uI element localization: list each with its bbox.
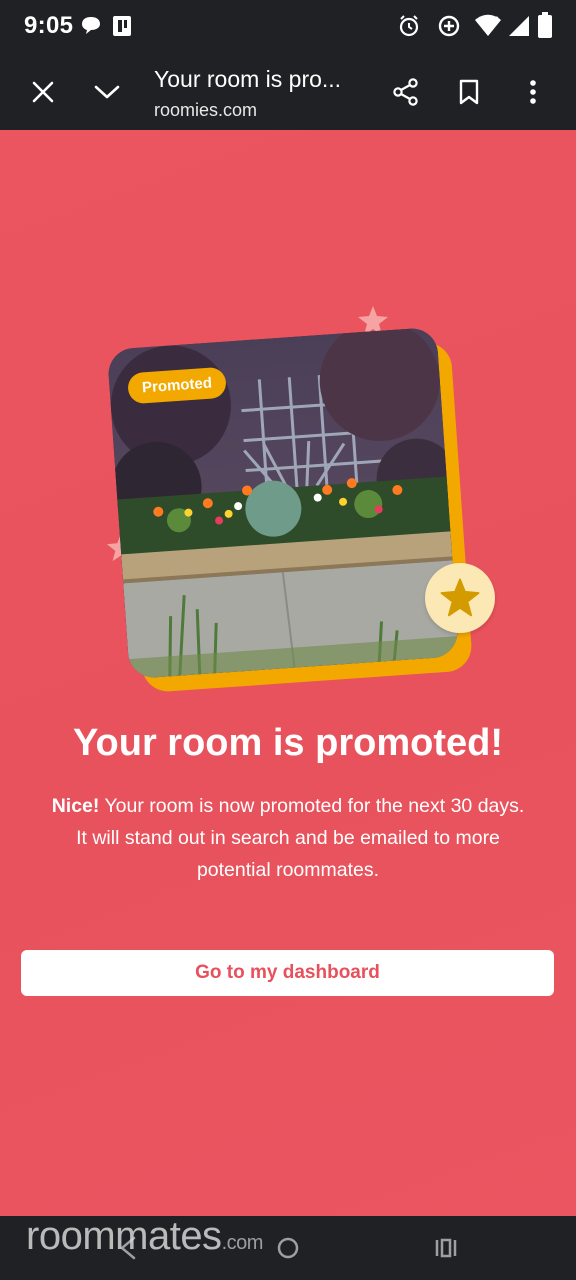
home-icon[interactable] [276, 1236, 300, 1260]
page-url: roomies.com [154, 100, 258, 120]
page-title: Your room is pro... [154, 66, 342, 92]
main-content: Promoted Your room is promoted! Nice! Yo… [0, 130, 576, 1216]
promoted-star-badge [425, 563, 495, 633]
more-vert-icon [530, 80, 536, 104]
sim-icon [110, 14, 134, 43]
body-bold: Nice! [51, 795, 100, 817]
status-time: 9:05 [24, 12, 74, 39]
go-to-dashboard-button[interactable]: Go to my dashboard [21, 950, 554, 996]
headline: Your room is promoted! [73, 722, 503, 764]
body-line-1: Your room is now promoted for the next 3… [99, 795, 525, 817]
message-icon [80, 14, 102, 41]
watermark-suffix: .com [221, 1232, 264, 1254]
battery-icon [538, 12, 552, 43]
close-icon [32, 81, 54, 103]
bookmark-icon [459, 79, 479, 105]
chevron-down-icon [94, 85, 120, 99]
data-saver-icon [437, 14, 461, 43]
more-options-button[interactable] [517, 76, 549, 108]
signal-icon [507, 14, 531, 43]
minimize-button[interactable] [91, 76, 123, 108]
recents-icon[interactable] [434, 1237, 458, 1259]
browser-toolbar: Your room is pro... roomies.com [0, 54, 576, 130]
wifi-icon: 6 [474, 14, 502, 43]
svg-text:6: 6 [494, 15, 499, 25]
body-text: Nice! Your room is now promoted for the … [30, 790, 546, 886]
close-button[interactable] [27, 76, 59, 108]
share-button[interactable] [390, 76, 422, 108]
bookmark-button[interactable] [453, 76, 485, 108]
share-icon [393, 78, 418, 106]
alarm-icon [398, 14, 420, 43]
watermark: roommates.com [26, 1214, 263, 1259]
body-line-3: potential roommates. [196, 859, 380, 881]
watermark-main: roommates [26, 1214, 222, 1258]
body-line-2: It will stand out in search and be email… [76, 827, 500, 849]
star-icon [440, 578, 480, 617]
status-bar: 9:05 6 [0, 0, 576, 54]
